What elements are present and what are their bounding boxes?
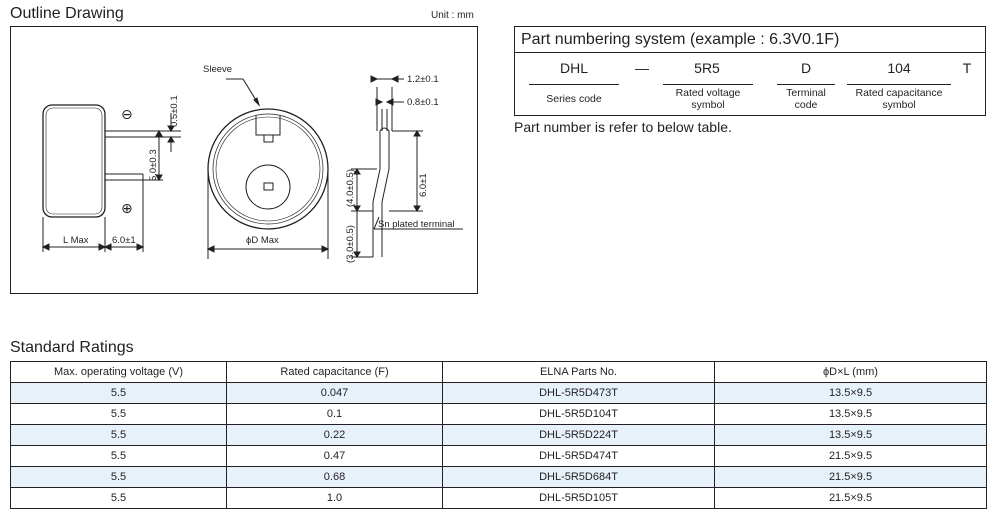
cell-size: 21.5×9.5: [714, 487, 987, 509]
cell-voltage: 5.5: [10, 424, 227, 446]
standard-ratings-title: Standard Ratings: [10, 339, 134, 356]
cell-capacitance: 1.0: [226, 487, 443, 509]
dim-1-2-label: 1.2±0.1: [407, 74, 439, 85]
dim-5-0-label: 5.0±0.3: [148, 149, 159, 181]
sleeve-label: Sleeve: [203, 64, 232, 75]
cell-capacitance: 0.1: [226, 403, 443, 425]
cell-parts-no: DHL-5R5D104T: [442, 403, 715, 425]
part-number-note: Part number is refer to below table.: [514, 119, 732, 135]
underline-capacitance: [847, 84, 951, 85]
cell-size: 13.5×9.5: [714, 382, 987, 404]
cell-capacitance: 0.22: [226, 424, 443, 446]
dim-6-0-label: 6.0±1: [418, 173, 429, 197]
cell-size: 13.5×9.5: [714, 403, 987, 425]
label-capacitance-symbol: Rated capacitance symbol: [855, 87, 943, 111]
table-row: 5.5 0.68 DHL-5R5D684T 21.5×9.5: [10, 466, 987, 488]
table-row: 5.5 0.1 DHL-5R5D104T 13.5×9.5: [10, 403, 987, 425]
underline-voltage: [663, 84, 753, 85]
lead-6-0-label: 6.0±1: [112, 235, 136, 246]
label-voltage-symbol: Rated voltage symbol: [675, 87, 741, 111]
code-terminal: D: [800, 60, 812, 76]
cell-voltage: 5.5: [10, 382, 227, 404]
cell-parts-no: DHL-5R5D224T: [442, 424, 715, 446]
table-header-row: Max. operating voltage (V) Rated capacit…: [10, 361, 987, 383]
outline-drawing-panel: Sleeve ⊖ ⊕ 0.5±0.1 5.0±0.3 L Max 6.0±1 ϕ…: [10, 26, 478, 294]
table-row: 5.5 0.22 DHL-5R5D224T 13.5×9.5: [10, 424, 987, 446]
cell-size: 21.5×9.5: [714, 445, 987, 467]
code-series: DHL: [559, 60, 588, 76]
outline-drawing-svg: Sleeve ⊖ ⊕ 0.5±0.1 5.0±0.3 L Max 6.0±1 ϕ…: [41, 64, 463, 263]
cell-parts-no: DHL-5R5D473T: [442, 382, 715, 404]
cell-size: 21.5×9.5: [714, 466, 987, 488]
outline-drawing-title: Outline Drawing: [10, 5, 124, 22]
cell-voltage: 5.5: [10, 445, 227, 467]
cell-capacitance: 0.68: [226, 466, 443, 488]
code-capacitance: 104: [887, 60, 911, 76]
code-voltage: 5R5: [694, 60, 720, 76]
ratings-table: Max. operating voltage (V) Rated capacit…: [10, 361, 987, 509]
cell-voltage: 5.5: [10, 466, 227, 488]
label-series-code: Series code: [546, 93, 602, 105]
cell-capacitance: 0.047: [226, 382, 443, 404]
side-view-body: [42, 104, 106, 218]
table-row: 5.5 0.047 DHL-5R5D473T 13.5×9.5: [10, 382, 987, 404]
table-row: 5.5 0.47 DHL-5R5D474T 21.5×9.5: [10, 445, 987, 467]
label-terminal-code: Terminal code: [786, 87, 826, 111]
dim-4-0-label: (4.0±0.5): [345, 169, 356, 207]
unit-label: Unit : mm: [431, 10, 474, 21]
code-dash: —: [635, 60, 649, 76]
cell-voltage: 5.5: [10, 487, 227, 509]
cell-parts-no: DHL-5R5D105T: [442, 487, 715, 509]
part-numbering-panel: Part numbering system (example : 6.3V0.1…: [514, 26, 986, 116]
cell-voltage: 5.5: [10, 403, 227, 425]
col-size: ϕD×L (mm): [714, 361, 987, 383]
underline-series: [529, 84, 619, 85]
l-max-label: L Max: [63, 235, 89, 246]
front-view-circle: [207, 108, 329, 230]
minus-symbol: ⊖: [121, 106, 133, 122]
phi-d-max-label: ϕD Max: [246, 235, 279, 246]
col-voltage: Max. operating voltage (V): [10, 361, 227, 383]
table-row: 5.5 1.0 DHL-5R5D105T 21.5×9.5: [10, 487, 987, 509]
cell-capacitance: 0.47: [226, 445, 443, 467]
underline-terminal: [777, 84, 835, 85]
part-numbering-title: Part numbering system (example : 6.3V0.1…: [515, 27, 985, 53]
dim-0-5-label: 0.5±0.1: [169, 95, 180, 127]
dim-3-0-label: (3.0±0.5): [345, 225, 356, 263]
sn-terminal-label: Sn plated terminal: [378, 219, 455, 230]
cell-parts-no: DHL-5R5D474T: [442, 445, 715, 467]
plus-symbol: ⊕: [121, 200, 133, 216]
col-capacitance: Rated capacitance (F): [226, 361, 443, 383]
code-suffix: T: [962, 60, 972, 76]
cell-size: 13.5×9.5: [714, 424, 987, 446]
col-parts-no: ELNA Parts No.: [442, 361, 715, 383]
cell-parts-no: DHL-5R5D684T: [442, 466, 715, 488]
dim-0-8-label: 0.8±0.1: [407, 97, 439, 108]
